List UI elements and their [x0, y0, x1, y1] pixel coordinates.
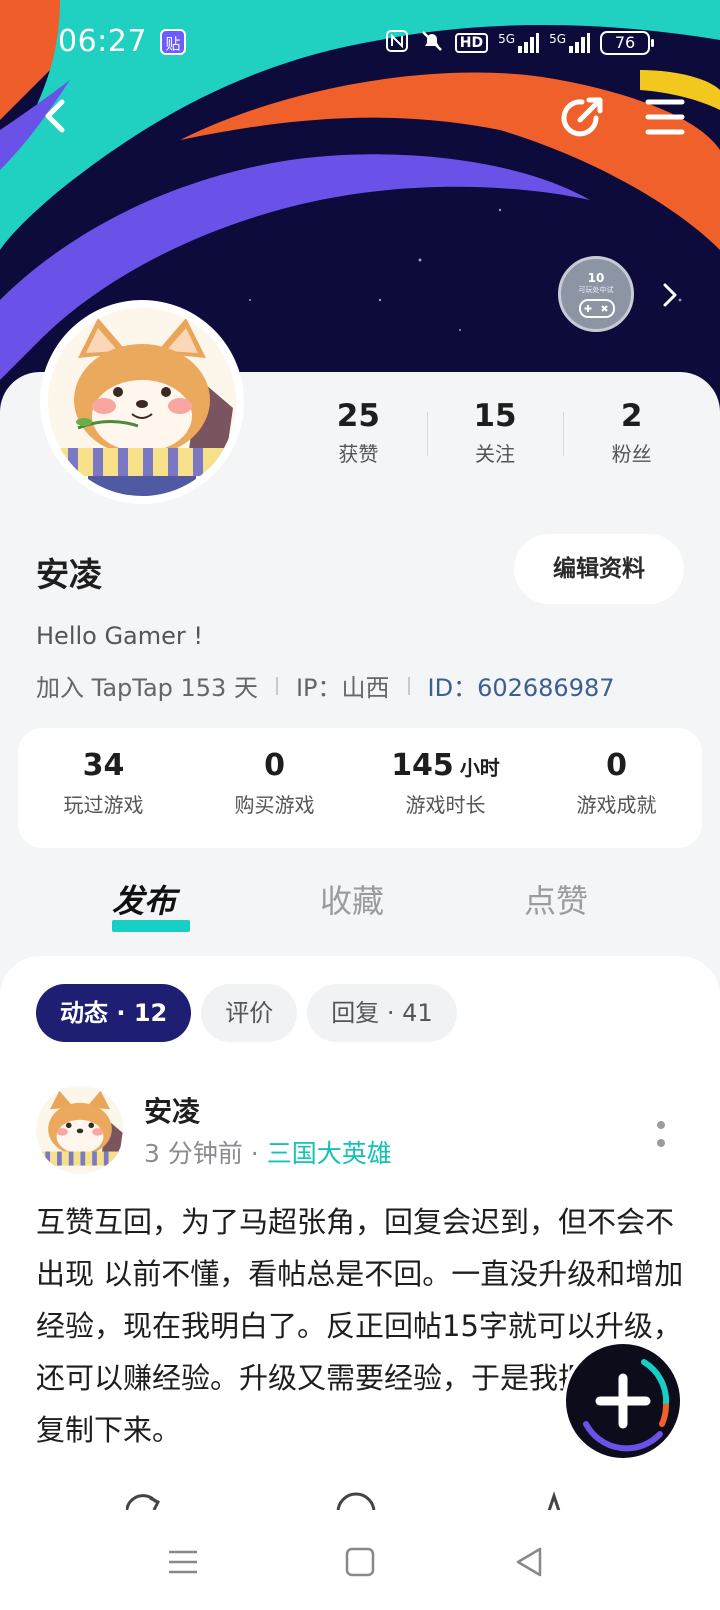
achievements-label: 游戏成就	[576, 793, 657, 817]
recents-icon[interactable]	[163, 1542, 203, 1582]
post-time: 3 分钟前	[144, 1139, 243, 1168]
user-id[interactable]: ID：602686987	[428, 668, 615, 703]
badge-subtitle: 可玩处中试	[578, 286, 614, 294]
edit-profile-button[interactable]: 编辑资料	[514, 534, 684, 604]
status-time: 06:27	[58, 24, 147, 59]
game-stats-card: 34 玩过游戏 0 购买游戏 145 小时 游戏时长 0 游戏成就	[18, 728, 702, 848]
share-button[interactable]	[556, 92, 608, 144]
ip-location: IP：山西	[295, 674, 390, 702]
stat-following-value: 15	[473, 398, 517, 434]
tab-likes[interactable]: 点赞	[524, 876, 588, 922]
top-nav	[0, 84, 720, 154]
join-days: 加入 TapTap 153 天	[36, 674, 258, 702]
tab-favorites[interactable]: 收藏	[320, 876, 384, 922]
mute-icon	[419, 28, 445, 58]
play-time-unit: 小时	[459, 756, 500, 780]
post-author-name[interactable]: 安凌	[144, 1090, 200, 1130]
play-time-value: 145 小时	[391, 748, 500, 783]
achievements-value: 0	[606, 748, 627, 783]
games-played-label: 玩过游戏	[63, 793, 144, 817]
5g-signal-icon: 5G	[498, 32, 540, 54]
play-time[interactable]: 145 小时 游戏时长	[360, 728, 531, 848]
profile-username: 安凌	[36, 555, 102, 594]
post-meta: 3 分钟前 · 三国大英雄	[144, 1134, 392, 1170]
stat-following-label: 关注	[475, 442, 515, 466]
battery-icon: 76	[600, 31, 654, 55]
shiba-avatar-image	[48, 308, 236, 496]
system-nav-bar	[0, 1510, 720, 1610]
menu-icon	[645, 99, 685, 135]
content-tabs: 发布 收藏 点赞	[0, 876, 720, 942]
share-icon	[561, 97, 603, 137]
create-post-button[interactable]	[562, 1340, 684, 1462]
stat-followers-value: 2	[620, 398, 643, 434]
stat-followers[interactable]: 2 粉丝	[563, 398, 700, 468]
status-bar: 06:27 贴 HD 5G 5G 76	[0, 0, 720, 84]
chevron-right-icon[interactable]	[660, 280, 680, 310]
chip-replies[interactable]: 回复 · 41	[307, 984, 457, 1042]
app-notification-icon: 贴	[160, 29, 186, 55]
tab-posts[interactable]: 发布	[112, 876, 176, 922]
avatar[interactable]	[40, 300, 244, 504]
games-purchased[interactable]: 0 购买游戏	[189, 728, 360, 848]
post-game-link[interactable]: 三国大英雄	[267, 1139, 392, 1168]
stat-likes[interactable]: 25 获赞	[290, 398, 427, 468]
back-button[interactable]	[34, 94, 78, 138]
meta-divider	[407, 676, 410, 695]
badge-level: 10	[587, 271, 605, 285]
games-played[interactable]: 34 玩过游戏	[18, 728, 189, 848]
nfc-icon	[385, 29, 409, 57]
5g-signal-icon: 5G	[549, 32, 590, 54]
home-icon[interactable]	[340, 1542, 380, 1582]
chip-moments[interactable]: 动态 · 12	[36, 984, 192, 1042]
gamepad-icon	[579, 299, 615, 318]
chip-reviews[interactable]: 评价	[201, 984, 298, 1042]
feed-filter-chips: 动态 · 12 评价 回复 · 41	[36, 984, 457, 1042]
plus-icon	[583, 1359, 670, 1452]
system-icons: HD 5G 5G 76	[385, 28, 654, 58]
games-played-value: 34	[82, 748, 125, 783]
achievements[interactable]: 0 游戏成就	[531, 728, 702, 848]
games-purchased-label: 购买游戏	[234, 793, 315, 817]
stat-followers-label: 粉丝	[611, 442, 652, 466]
post-author-avatar[interactable]	[36, 1086, 124, 1174]
chevron-left-icon	[45, 99, 65, 133]
meta-dot: ·	[242, 1139, 267, 1168]
more-options-icon[interactable]	[656, 1118, 666, 1152]
menu-button[interactable]	[642, 96, 688, 138]
player-level-badge[interactable]: 10 可玩处中试	[558, 256, 634, 332]
shiba-avatar-image	[36, 1086, 124, 1174]
stat-likes-label: 获赞	[338, 442, 379, 466]
stat-following[interactable]: 15 关注	[426, 398, 564, 468]
profile-bio: Hello Gamer !	[36, 622, 204, 650]
play-time-label: 游戏时长	[405, 793, 486, 817]
games-purchased-value: 0	[264, 748, 285, 783]
back-nav-icon[interactable]	[510, 1542, 550, 1582]
stat-likes-value: 25	[336, 398, 380, 434]
signal-label: 5G	[549, 32, 566, 46]
social-stats: 25 获赞 15 关注 2 粉丝	[290, 398, 700, 468]
hd-icon: HD	[454, 33, 489, 53]
signal-label: 5G	[498, 32, 516, 46]
profile-meta: 加入 TapTap 153 天 IP：山西 ID：602686987	[36, 668, 615, 703]
meta-divider	[275, 676, 278, 695]
